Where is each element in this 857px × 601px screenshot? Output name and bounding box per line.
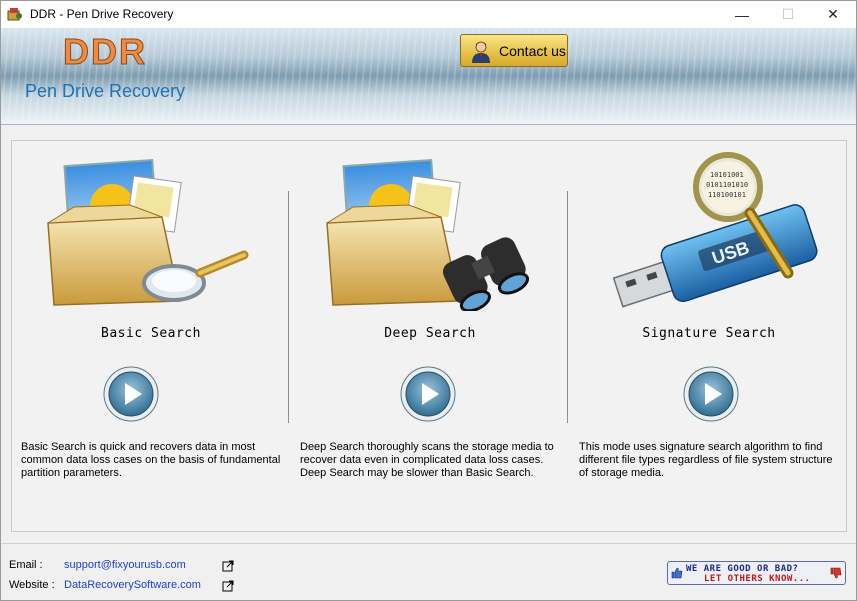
svg-text:10101001: 10101001 xyxy=(710,171,744,179)
search-modes-panel: Basic Search Basic Search is quick and r… xyxy=(11,140,847,532)
product-subtitle: Pen Drive Recovery xyxy=(25,81,186,101)
external-link-icon[interactable] xyxy=(222,580,234,592)
title-bar: DDR - Pen Drive Recovery — ☐ ✕ xyxy=(1,1,856,28)
svg-text:110100101: 110100101 xyxy=(708,191,746,199)
close-button[interactable]: ✕ xyxy=(810,1,856,28)
feedback-line-2: LET OTHERS KNOW... xyxy=(704,574,811,584)
external-link-icon[interactable] xyxy=(222,560,234,572)
basic-search-heading: Basic Search xyxy=(101,326,201,341)
minimize-button[interactable]: — xyxy=(719,1,765,28)
svg-text:0101101010: 0101101010 xyxy=(706,181,748,189)
card-divider xyxy=(567,191,568,423)
app-window: DDR - Pen Drive Recovery — ☐ ✕ DDR Pen D… xyxy=(0,0,857,601)
folder-magnifier-icon xyxy=(47,158,249,306)
thumbs-up-icon xyxy=(671,567,683,579)
signature-search-card: USB 10101001 0101101010 110100101 Signat… xyxy=(570,141,848,531)
thumbs-down-icon xyxy=(830,567,842,579)
signature-search-play-button[interactable] xyxy=(683,366,739,422)
folder-binoculars-icon xyxy=(326,158,530,311)
usb-magnifier-icon: USB 10101001 0101101010 110100101 xyxy=(612,152,818,308)
basic-search-play-button[interactable] xyxy=(103,366,159,422)
feedback-line-1: WE ARE GOOD OR BAD? xyxy=(686,564,799,574)
person-icon xyxy=(472,41,490,63)
ddr-logo: DDR xyxy=(63,31,147,73)
contact-us-label: Contact us xyxy=(499,42,566,59)
app-icon xyxy=(7,8,22,21)
basic-search-card: Basic Search Basic Search is quick and r… xyxy=(12,141,290,531)
signature-search-description: This mode uses signature search algorith… xyxy=(579,441,833,479)
card-divider xyxy=(288,191,289,423)
signature-search-heading: Signature Search xyxy=(642,326,776,341)
deep-search-play-button[interactable] xyxy=(400,366,456,422)
maximize-button[interactable]: ☐ xyxy=(765,1,811,28)
deep-search-description: Deep Search thoroughly scans the storage… xyxy=(300,441,554,479)
header-banner: DDR Pen Drive Recovery Contact us xyxy=(1,28,856,125)
email-link[interactable]: support@fixyourusb.com xyxy=(64,559,186,571)
window-title: DDR - Pen Drive Recovery xyxy=(30,7,174,21)
website-link[interactable]: DataRecoverySoftware.com xyxy=(64,579,201,591)
contact-us-button[interactable]: Contact us xyxy=(460,34,568,67)
website-label: Website : xyxy=(9,579,55,591)
basic-search-description: Basic Search is quick and recovers data … xyxy=(21,441,281,479)
email-label: Email : xyxy=(9,559,43,571)
footer-separator xyxy=(1,543,856,544)
deep-search-heading: Deep Search xyxy=(384,326,476,341)
deep-search-card: Deep Search Deep Search thoroughly scans… xyxy=(291,141,569,531)
feedback-button[interactable]: WE ARE GOOD OR BAD? LET OTHERS KNOW... xyxy=(667,561,846,585)
